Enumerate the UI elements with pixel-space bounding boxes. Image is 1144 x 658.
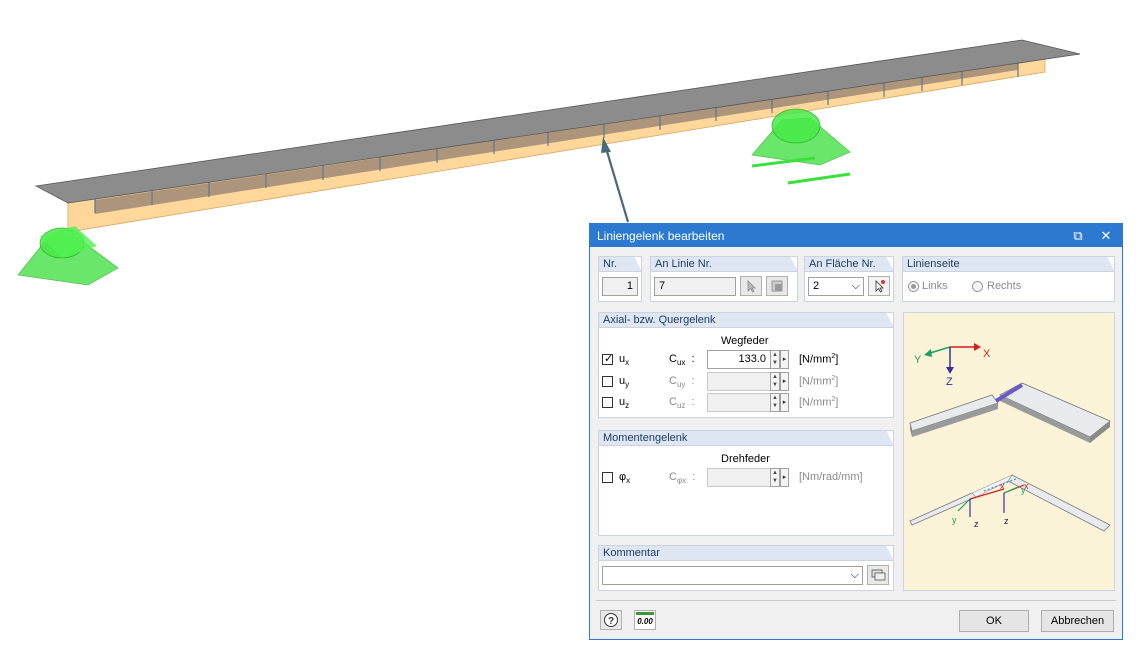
group-nr: Nr. 1 [598, 256, 642, 302]
svg-text:?: ? [608, 616, 614, 627]
checkbox-phix[interactable] [602, 472, 613, 483]
cphix-menu-arrow[interactable]: ▸ [780, 468, 789, 487]
kommentar-library-button[interactable] [867, 565, 889, 585]
axis-y-label: Y [914, 354, 922, 366]
close-icon[interactable]: ✕ [1096, 227, 1116, 244]
local-y-label-b: y [1021, 485, 1026, 495]
cux-input[interactable]: 133.0 [707, 350, 771, 369]
select-line-button[interactable] [766, 276, 788, 296]
plates-top [909, 382, 1111, 443]
cuy-input[interactable] [707, 372, 771, 391]
footer-separator [596, 600, 1116, 601]
select-box-icon [771, 280, 783, 292]
comment-library-icon [871, 569, 885, 580]
support-hinge-right [751, 108, 851, 185]
support-hinge-left [17, 226, 119, 286]
coef-cuz-label: Cuz : [669, 396, 695, 411]
local-z-label-b: z [1004, 516, 1009, 526]
coef-cphix-label: Cφx : [669, 471, 696, 486]
illustration-panel: X Y Z x x y y z z [903, 312, 1115, 591]
local-x-label-a: x [1000, 481, 1005, 491]
cuz-unit: [N/mm2] [799, 396, 839, 409]
an-flaeche-value: 2 [813, 280, 820, 292]
group-an-linie-label: An Linie Nr. [650, 256, 798, 272]
leader-arrow [601, 137, 630, 223]
cphix-spinner[interactable]: ▲ ▼ [770, 468, 780, 487]
group-an-flaeche: An Fläche Nr. 2 ⌵ [804, 256, 894, 302]
dof-uz-label: uz [619, 396, 630, 411]
cancel-button[interactable]: Abbrechen [1041, 610, 1114, 632]
plates-bottom [909, 474, 1111, 532]
units-decimals-button[interactable]: 0.00 [634, 610, 656, 630]
help-icon: ? [604, 613, 618, 627]
group-axial: Axial- bzw. Quergelenk Wegfeder ✓ ux Cux… [598, 312, 894, 418]
checkbox-uz[interactable] [602, 397, 613, 408]
cuy-spinner[interactable]: ▲ ▼ [770, 372, 780, 391]
hinge-illustration: X Y Z x x y y z z [909, 343, 1111, 532]
dof-uy-label: uy [619, 375, 630, 390]
help-button[interactable]: ? [600, 610, 622, 630]
radio-links-label: Links [922, 280, 948, 292]
cuy-unit: [N/mm2] [799, 375, 839, 388]
ok-button[interactable]: OK [959, 610, 1029, 632]
cuy-menu-arrow[interactable]: ▸ [780, 372, 789, 391]
beam-web [95, 63, 1018, 214]
decimals-icon: 0.00 [636, 612, 654, 628]
drehfeder-header: Drehfeder [721, 453, 770, 465]
dof-ux-label: ux [619, 353, 630, 368]
group-moment: Momentengelenk Drehfeder φx Cφx : ▲ ▼ ▸ [… [598, 430, 894, 536]
local-z-label-a: z [974, 519, 979, 529]
coef-cux-label: Cux : [669, 353, 695, 368]
kommentar-select[interactable]: ⌵ [602, 566, 863, 585]
group-an-linie: An Linie Nr. 7 [650, 256, 798, 302]
line-hinge-dialog: Liniengelenk bearbeiten ⧉ ✕ Nr. 1 An Lin… [589, 223, 1123, 640]
axis-x-label: X [983, 348, 991, 360]
group-kommentar: Kommentar ⌵ [598, 545, 894, 591]
cux-menu-arrow[interactable]: ▸ [780, 350, 789, 369]
pick-surface-button[interactable] [868, 276, 890, 296]
radio-rechts-label: Rechts [987, 280, 1022, 292]
undock-icon[interactable]: ⧉ [1068, 227, 1088, 244]
radio-links[interactable] [908, 281, 919, 292]
checkbox-uy[interactable] [602, 376, 613, 387]
group-axial-label: Axial- bzw. Quergelenk [598, 312, 894, 328]
cursor-pick-icon [875, 280, 885, 293]
dof-phix-label: φx [619, 471, 631, 486]
chevron-down-icon: ⌵ [850, 569, 859, 581]
group-linienseite: Linienseite Links Rechts [902, 256, 1115, 302]
cuz-input[interactable] [707, 393, 771, 412]
checkbox-ux[interactable]: ✓ [602, 353, 613, 365]
radio-rechts[interactable] [972, 281, 983, 292]
group-an-flaeche-label: An Fläche Nr. [804, 256, 894, 272]
cuz-spinner[interactable]: ▲ ▼ [770, 393, 780, 412]
group-linienseite-label: Linienseite [902, 256, 1115, 272]
wegfeder-header: Wegfeder [721, 335, 769, 347]
cursor-pick-icon [747, 280, 756, 293]
chevron-down-icon: ⌵ [851, 280, 860, 292]
coef-cuy-label: Cuy : [669, 375, 695, 390]
global-axes [924, 343, 981, 374]
group-kommentar-label: Kommentar [598, 545, 894, 561]
cphix-input[interactable] [707, 468, 771, 487]
nr-field[interactable]: 1 [602, 277, 638, 296]
an-linie-field[interactable]: 7 [654, 277, 736, 296]
dialog-titlebar: Liniengelenk bearbeiten ⧉ ✕ [590, 224, 1122, 247]
cux-spinner[interactable]: ▲ ▼ [770, 350, 780, 369]
axis-z-label: Z [946, 376, 953, 388]
dialog-title: Liniengelenk bearbeiten [597, 229, 725, 243]
group-moment-label: Momentengelenk [598, 430, 894, 446]
cphix-unit: [Nm/rad/mm] [799, 471, 863, 483]
beam-top-flange [34, 39, 1081, 204]
local-y-label-a: y [952, 515, 957, 525]
cux-unit: [N/mm2] [799, 353, 839, 366]
pick-line-button[interactable] [740, 276, 762, 296]
cuz-menu-arrow[interactable]: ▸ [780, 393, 789, 412]
group-nr-label: Nr. [598, 256, 642, 272]
an-flaeche-select[interactable]: 2 ⌵ [808, 277, 864, 296]
